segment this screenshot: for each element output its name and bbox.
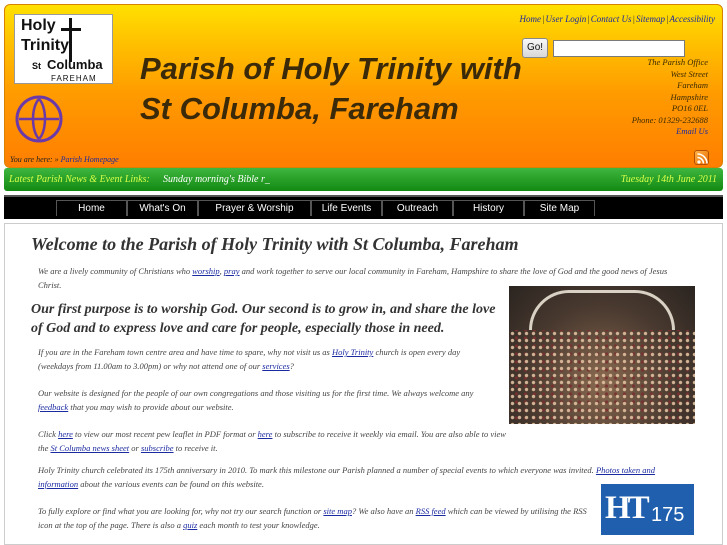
text: If you are in the Fareham town centre ar… bbox=[38, 347, 332, 357]
visit-paragraph: If you are in the Fareham town centre ar… bbox=[38, 346, 493, 373]
divider: | bbox=[587, 14, 590, 24]
text: about the various events can be found on… bbox=[78, 478, 264, 489]
news-sheet-link[interactable]: St Columba news sheet bbox=[51, 443, 130, 453]
cross-icon bbox=[61, 18, 81, 62]
news-label: Latest Parish News & Event Links: bbox=[9, 174, 150, 185]
nav-outreach[interactable]: Outreach bbox=[382, 200, 453, 216]
link-accessibility[interactable]: Accessibility bbox=[670, 14, 715, 24]
pew-leaflet-paragraph: Click here to view our most recent pew l… bbox=[38, 428, 506, 455]
pew-leaflet-pdf-link[interactable]: here bbox=[58, 429, 73, 439]
purpose-statement: Our first purpose is to worship God. Our… bbox=[31, 302, 496, 336]
phone-number: Phone: 01329-232688 bbox=[631, 114, 708, 125]
breadcrumb-current[interactable]: Parish Homepage bbox=[61, 155, 119, 164]
logo-text-columba: Columba bbox=[47, 57, 103, 72]
address-line: The Parish Office bbox=[647, 57, 708, 67]
search-input[interactable] bbox=[553, 40, 685, 57]
church-emblem-icon bbox=[15, 95, 63, 143]
text: that you may wish to provide about our w… bbox=[68, 401, 234, 412]
holy-trinity-link[interactable]: Holy Trinity bbox=[332, 347, 373, 357]
link-user-login[interactable]: User Login bbox=[546, 14, 587, 24]
main-navigation: Home What's On Prayer & Worship Life Eve… bbox=[4, 195, 723, 219]
congregation-photo bbox=[509, 286, 695, 424]
divider: | bbox=[666, 14, 669, 24]
text: or bbox=[129, 442, 141, 453]
text: ? We also have an bbox=[351, 506, 416, 516]
services-link[interactable]: services bbox=[262, 361, 289, 371]
utility-links: Home|User Login|Contact Us|Sitemap|Acces… bbox=[520, 14, 715, 24]
rss-glyph-icon bbox=[697, 153, 708, 164]
text: each month to test your knowledge. bbox=[197, 519, 320, 530]
explore-paragraph: To fully explore or find what you are lo… bbox=[38, 505, 593, 532]
text: To fully explore or find what you are lo… bbox=[38, 506, 324, 516]
worship-link[interactable]: worship bbox=[192, 266, 219, 276]
search-go-button[interactable]: Go! bbox=[522, 38, 548, 58]
logo-text-st: St bbox=[32, 61, 41, 71]
site-map-link[interactable]: site map bbox=[323, 506, 352, 516]
link-home[interactable]: Home bbox=[520, 14, 542, 24]
logo-175-letters: HT bbox=[605, 490, 650, 526]
main-content: Welcome to the Parish of Holy Trinity wi… bbox=[4, 223, 723, 545]
nav-prayer-worship[interactable]: Prayer & Worship bbox=[198, 200, 311, 216]
text: We are a lively community of Christians … bbox=[38, 266, 193, 276]
nav-life-events[interactable]: Life Events bbox=[311, 200, 382, 216]
rss-feed-link[interactable]: RSS feed bbox=[416, 506, 446, 516]
photo-crowd bbox=[509, 330, 695, 424]
logo-text-holy: Holy bbox=[21, 17, 56, 34]
news-ticker-link[interactable]: Sunday morning's Bible r_ bbox=[163, 174, 270, 185]
nav-whats-on[interactable]: What's On bbox=[127, 200, 198, 216]
parish-office-address: The Parish Office West Street Fareham Ha… bbox=[632, 57, 708, 138]
text: Click bbox=[38, 429, 59, 439]
address-line: West Street bbox=[670, 68, 708, 79]
nav-home[interactable]: Home bbox=[56, 200, 127, 216]
address-line: PO16 0EL bbox=[671, 103, 708, 113]
text: to receive it. bbox=[173, 442, 218, 453]
address-line: Fareham bbox=[677, 80, 708, 90]
anniversary-175-logo[interactable]: HT 175 bbox=[601, 484, 694, 535]
divider: | bbox=[542, 14, 545, 24]
link-sitemap[interactable]: Sitemap bbox=[636, 14, 665, 24]
quiz-link[interactable]: quiz bbox=[183, 520, 197, 530]
page-title: Welcome to the Parish of Holy Trinity wi… bbox=[31, 234, 519, 254]
logo-175-number: 175 bbox=[651, 504, 685, 526]
pew-leaflet-subscribe-link[interactable]: here bbox=[258, 429, 273, 439]
rss-icon[interactable] bbox=[694, 150, 709, 165]
parish-logo[interactable]: Holy Trinity St Columba FAREHAM bbox=[14, 14, 113, 84]
nav-history[interactable]: History bbox=[453, 200, 524, 216]
text: Our website is designed for the people o… bbox=[38, 388, 474, 398]
site-title: Parish of Holy Trinity with St Columba, … bbox=[140, 51, 522, 126]
photo-arch bbox=[529, 290, 675, 330]
site-header: Holy Trinity St Columba FAREHAM Parish o… bbox=[4, 4, 723, 168]
breadcrumb: You are here: » Parish Homepage bbox=[10, 155, 119, 164]
nav-site-map[interactable]: Site Map bbox=[524, 200, 595, 216]
pray-link[interactable]: pray bbox=[224, 266, 240, 276]
breadcrumb-prefix: You are here: » bbox=[10, 155, 61, 164]
website-paragraph: Our website is designed for the people o… bbox=[38, 387, 498, 414]
text: Holy Trinity church celebrated its 175th… bbox=[38, 465, 596, 475]
link-contact-us[interactable]: Contact Us bbox=[591, 14, 632, 24]
logo-text-fareham: FAREHAM bbox=[51, 74, 97, 83]
email-us-link[interactable]: Email Us bbox=[632, 126, 708, 138]
current-date: Tuesday 14th June 2011 bbox=[620, 174, 717, 185]
divider: | bbox=[632, 14, 636, 24]
news-sheet-subscribe-link[interactable]: subscribe bbox=[141, 443, 174, 453]
address-line: Hampshire bbox=[670, 91, 708, 102]
news-bar: Latest Parish News & Event Links: Sunday… bbox=[4, 168, 723, 191]
anniversary-paragraph: Holy Trinity church celebrated its 175th… bbox=[38, 464, 690, 491]
text: to view our most recent pew leaflet in P… bbox=[72, 429, 258, 439]
text: ? bbox=[289, 360, 294, 371]
feedback-link[interactable]: feedback bbox=[38, 402, 68, 412]
